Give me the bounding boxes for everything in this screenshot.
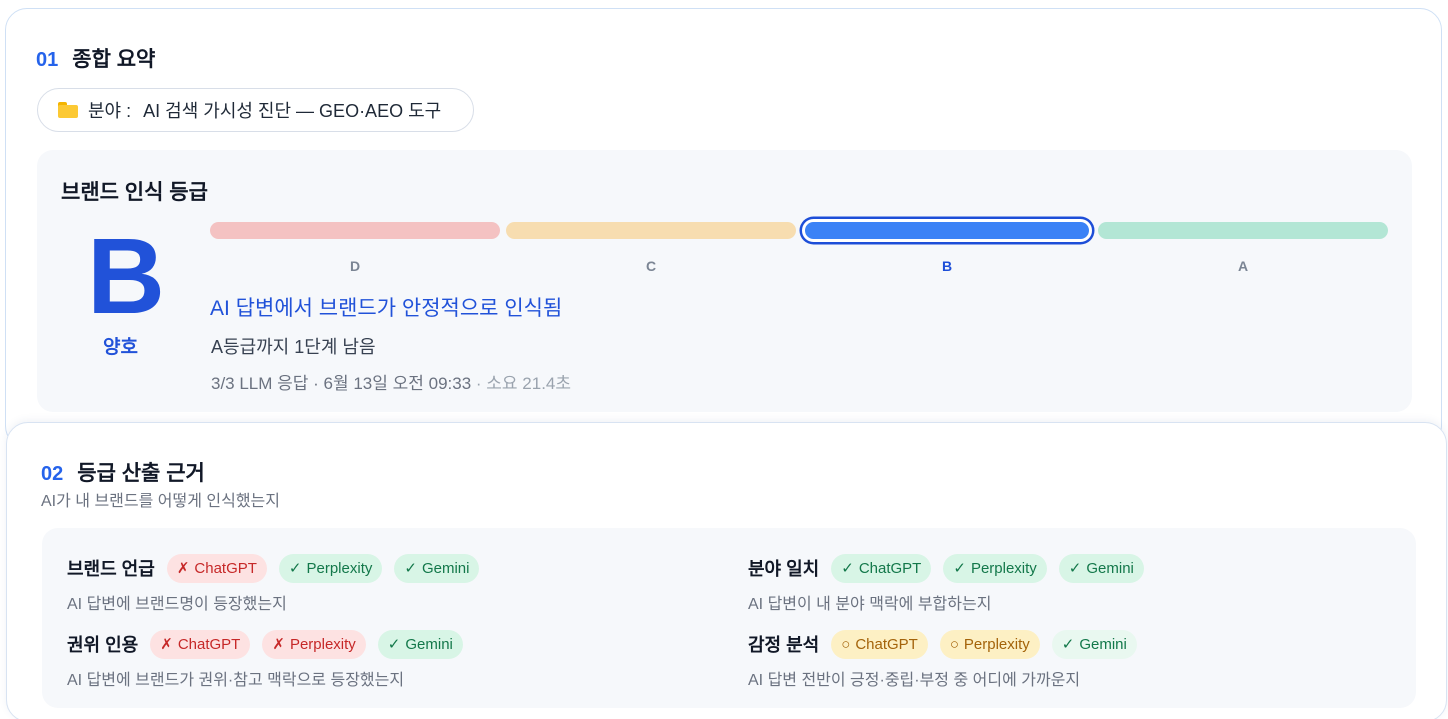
- basis-item: 권위 인용 ✗ ChatGPT ✗ Perplexity ✓ Gemini AI 답변에 브랜…: [67, 628, 475, 690]
- circle-icon: ○: [841, 635, 851, 653]
- check-icon: ✓: [1068, 560, 1082, 577]
- llm-status-chip: ○ Perplexity: [939, 629, 1040, 659]
- grade-panel-title: 브랜드 인식 등급: [61, 181, 208, 204]
- chip-label: ChatGPT: [858, 559, 922, 577]
- basis-description: AI 답변에 브랜드명이 등장했는지: [67, 596, 287, 613]
- basis-label: 권위 인용: [67, 635, 139, 655]
- basis-description: AI 답변 전반이 긍정·중립·부정 중 어디에 가까운지: [748, 672, 1081, 689]
- chip-label: Perplexity: [963, 635, 1030, 653]
- grade-panel: 브랜드 인식 등급 B 양호 D C B A AI 답변에서 브랜드가 안정적으로 인…: [37, 150, 1412, 412]
- section-title: 등급 산출 근거: [77, 462, 205, 485]
- grade-segment-a: [1098, 222, 1388, 239]
- grade-segment-label: B: [941, 258, 953, 274]
- check-icon: ✓: [404, 560, 417, 577]
- check-icon: ✓: [841, 560, 854, 577]
- chip-label: Perplexity: [970, 559, 1037, 577]
- section-title: 종합 요약: [72, 48, 156, 71]
- field-label: 분야 :: [88, 101, 132, 121]
- check-icon: ✓: [1061, 636, 1075, 653]
- summary-card: 01 종합 요약 분야 : AI 검색 가시성 진단 — GEO·AEO 도구 …: [5, 8, 1442, 448]
- section-number: 01: [36, 49, 59, 71]
- section-subtitle: AI가 내 브랜드를 어떻게 인식했는지: [41, 493, 280, 510]
- chip-label: Gemini: [1086, 559, 1134, 577]
- llm-status-chip: ✓ Gemini: [1051, 629, 1137, 659]
- grade-word: 양호: [103, 337, 138, 358]
- field-value: AI 검색 가시성 진단 — GEO·AEO 도구: [143, 101, 442, 121]
- llm-status-chip: ✗ ChatGPT: [166, 553, 267, 583]
- chip-label: Gemini: [421, 559, 470, 577]
- check-icon: ✓: [288, 560, 302, 577]
- circle-icon: ○: [949, 635, 959, 653]
- cross-icon: ✗: [160, 636, 173, 653]
- basis-description: AI 답변이 내 분야 맥락에 부합하는지: [748, 596, 992, 613]
- llm-status-chip: ✓ Perplexity: [943, 553, 1047, 583]
- chip-label: ChatGPT: [855, 635, 918, 653]
- check-icon: ✓: [387, 636, 401, 653]
- basis-label: 감정 분석: [748, 635, 820, 655]
- basis-label: 브랜드 언급: [67, 559, 155, 579]
- field-pill[interactable]: 분야 : AI 검색 가시성 진단 — GEO·AEO 도구: [37, 88, 474, 132]
- meta-duration: · 소요 21.4초: [471, 374, 572, 393]
- chip-label: Gemini: [405, 635, 453, 653]
- llm-status-chip: ✗ Perplexity: [262, 629, 366, 659]
- basis-item: 감정 분석 ○ ChatGPT ○ Perplexity ✓ Gemini AI 답변 전반이…: [748, 628, 1149, 690]
- chip-label: Perplexity: [306, 559, 373, 577]
- grade-segment-label: D: [349, 258, 361, 274]
- basis-panel: 브랜드 언급 ✗ ChatGPT ✓ Perplexity ✓ Gemini AI 답변에 브…: [42, 528, 1416, 708]
- grade-meta: 3/3 LLM 응답 · 6월 13일 오전 09:33 · 소요 21.4초: [211, 369, 571, 394]
- basis-description: AI 답변에 브랜드가 권위·참고 맥락으로 등장했는지: [67, 672, 405, 689]
- llm-status-chip: ✓ Perplexity: [278, 553, 383, 583]
- basis-item: 브랜드 언급 ✗ ChatGPT ✓ Perplexity ✓ Gemini AI 답변에 브…: [67, 552, 491, 614]
- folder-icon: [58, 102, 78, 118]
- meta-main: 3/3 LLM 응답 · 6월 13일 오전 09:33: [211, 374, 472, 393]
- llm-status-chip: ✓ ChatGPT: [831, 553, 932, 583]
- basis-header: 02 등급 산출 근거: [41, 457, 205, 487]
- grade-headline: AI 답변에서 브랜드가 안정적으로 인식됨: [210, 297, 563, 320]
- basis-item: 분야 일치 ✓ ChatGPT ✓ Perplexity ✓ Gemini AI 답변이 내 …: [748, 552, 1156, 614]
- summary-header: 01 종합 요약: [36, 43, 155, 73]
- grade-remaining: A등급까지 1단계 남음: [211, 337, 376, 357]
- llm-status-chip: ✓ Gemini: [394, 553, 480, 583]
- grade-segment-label: C: [645, 258, 657, 274]
- grade-segment-b: [802, 219, 1092, 242]
- llm-status-chip: ✗ ChatGPT: [150, 629, 251, 659]
- grade-letter: B: [87, 215, 165, 336]
- chip-label: ChatGPT: [177, 635, 241, 653]
- cross-icon: ✗: [272, 636, 285, 653]
- chip-label: Gemini: [1079, 635, 1127, 653]
- grade-segment-c: [506, 222, 796, 239]
- cross-icon: ✗: [176, 560, 190, 577]
- grade-segment-d: [210, 222, 500, 239]
- grade-segment-label: A: [1237, 258, 1249, 274]
- check-icon: ✓: [953, 560, 966, 577]
- basis-label: 분야 일치: [748, 559, 820, 579]
- chip-label: ChatGPT: [194, 559, 257, 577]
- llm-status-chip: ○ ChatGPT: [831, 629, 928, 659]
- section-number: 02: [41, 463, 64, 485]
- chip-label: Perplexity: [289, 635, 356, 653]
- grade-scale: DCBA: [210, 217, 1388, 274]
- basis-card: 02 등급 산출 근거 AI가 내 브랜드를 어떻게 인식했는지 브랜드 언급 ✗…: [6, 422, 1447, 719]
- llm-status-chip: ✓ Gemini: [377, 629, 463, 659]
- llm-status-chip: ✓ Gemini: [1058, 553, 1144, 583]
